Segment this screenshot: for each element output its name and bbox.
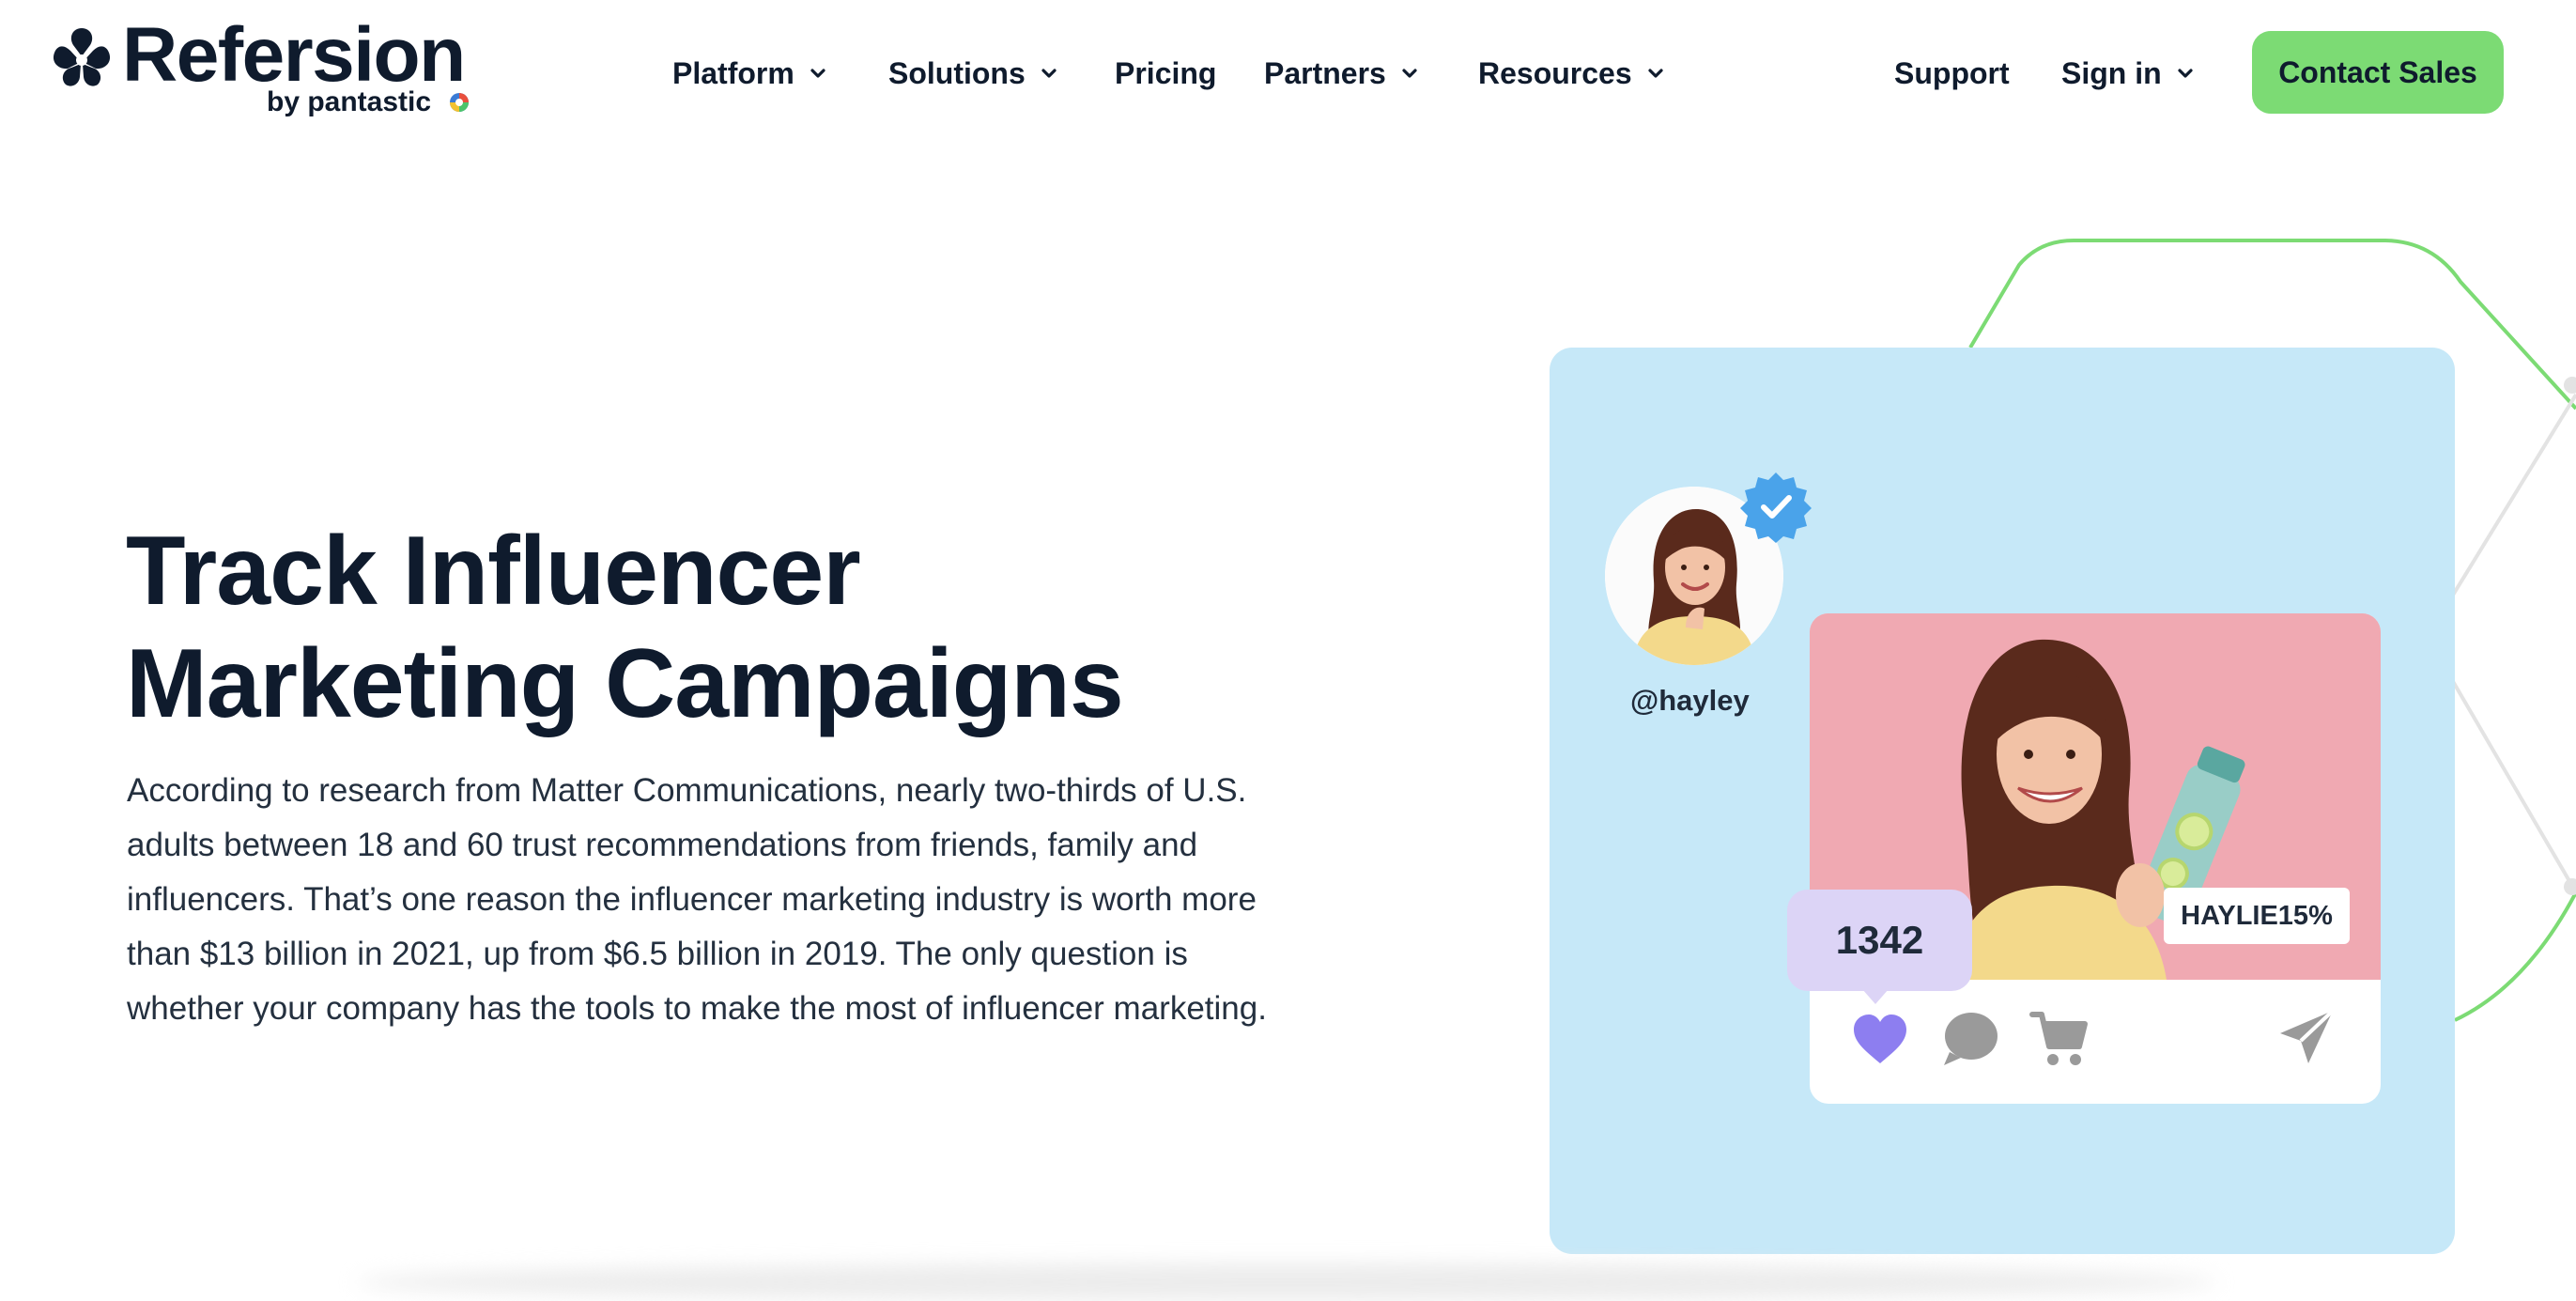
- chevron-down-icon: [810, 69, 825, 78]
- chevron-down-icon: [1041, 69, 1057, 78]
- nav-platform-label: Platform: [672, 55, 794, 90]
- brand-tagline: by pantastic: [267, 86, 432, 117]
- nav-support-label: Support: [1894, 55, 2010, 90]
- refersion-logo[interactable]: Refersion by pantastic: [49, 17, 481, 126]
- brand-name: Refersion: [122, 12, 466, 98]
- likes-bubble-tail: [1862, 989, 1889, 1004]
- nav-solutions-label: Solutions: [888, 55, 1026, 90]
- chevron-down-icon: [1402, 69, 1417, 78]
- hero-headline-line-1: Track Influencer: [126, 517, 861, 626]
- nav-sign-in[interactable]: Sign in: [2061, 53, 2194, 94]
- nav-support[interactable]: Support: [1894, 53, 2010, 94]
- nav-resources[interactable]: Resources: [1478, 53, 1664, 94]
- verified-badge-icon: [1740, 472, 1812, 543]
- refersion-mark-icon: [53, 28, 111, 86]
- send-icon[interactable]: [2276, 1007, 2337, 1067]
- hero-headline: Track Influencer Marketing Campaigns: [126, 515, 1441, 740]
- nav-sign-in-label: Sign in: [2061, 55, 2162, 90]
- hero-description: According to research from Matter Commun…: [127, 772, 1267, 1027]
- nav-pricing[interactable]: Pricing: [1115, 53, 1216, 94]
- chevron-down-icon: [1648, 69, 1663, 78]
- nav-partners[interactable]: Partners: [1264, 53, 1418, 94]
- nav-pricing-label: Pricing: [1115, 55, 1217, 90]
- hero-headline-line-2: Marketing Campaigns: [126, 629, 1124, 738]
- heart-icon[interactable]: [1850, 1011, 1910, 1071]
- nav-resources-label: Resources: [1478, 55, 1632, 90]
- pantastic-dot-icon: [450, 93, 469, 112]
- nav-platform[interactable]: Platform: [672, 53, 826, 94]
- cart-icon[interactable]: [2028, 1009, 2089, 1069]
- contact-sales-button[interactable]: Contact Sales: [2252, 31, 2504, 114]
- chevron-down-icon: [2178, 69, 2193, 78]
- comment-icon[interactable]: [1940, 1009, 2000, 1069]
- coupon-code-tag: HAYLIE15%: [2164, 888, 2350, 944]
- nav-partners-label: Partners: [1264, 55, 1386, 90]
- influencer-handle: @hayley: [1630, 684, 1750, 717]
- nav-solutions[interactable]: Solutions: [888, 53, 1057, 94]
- site-header: Refersion by pantastic Platform Solution…: [0, 0, 2576, 141]
- likes-count-bubble: 1342: [1787, 890, 1972, 991]
- section-shadow: [357, 1263, 2216, 1301]
